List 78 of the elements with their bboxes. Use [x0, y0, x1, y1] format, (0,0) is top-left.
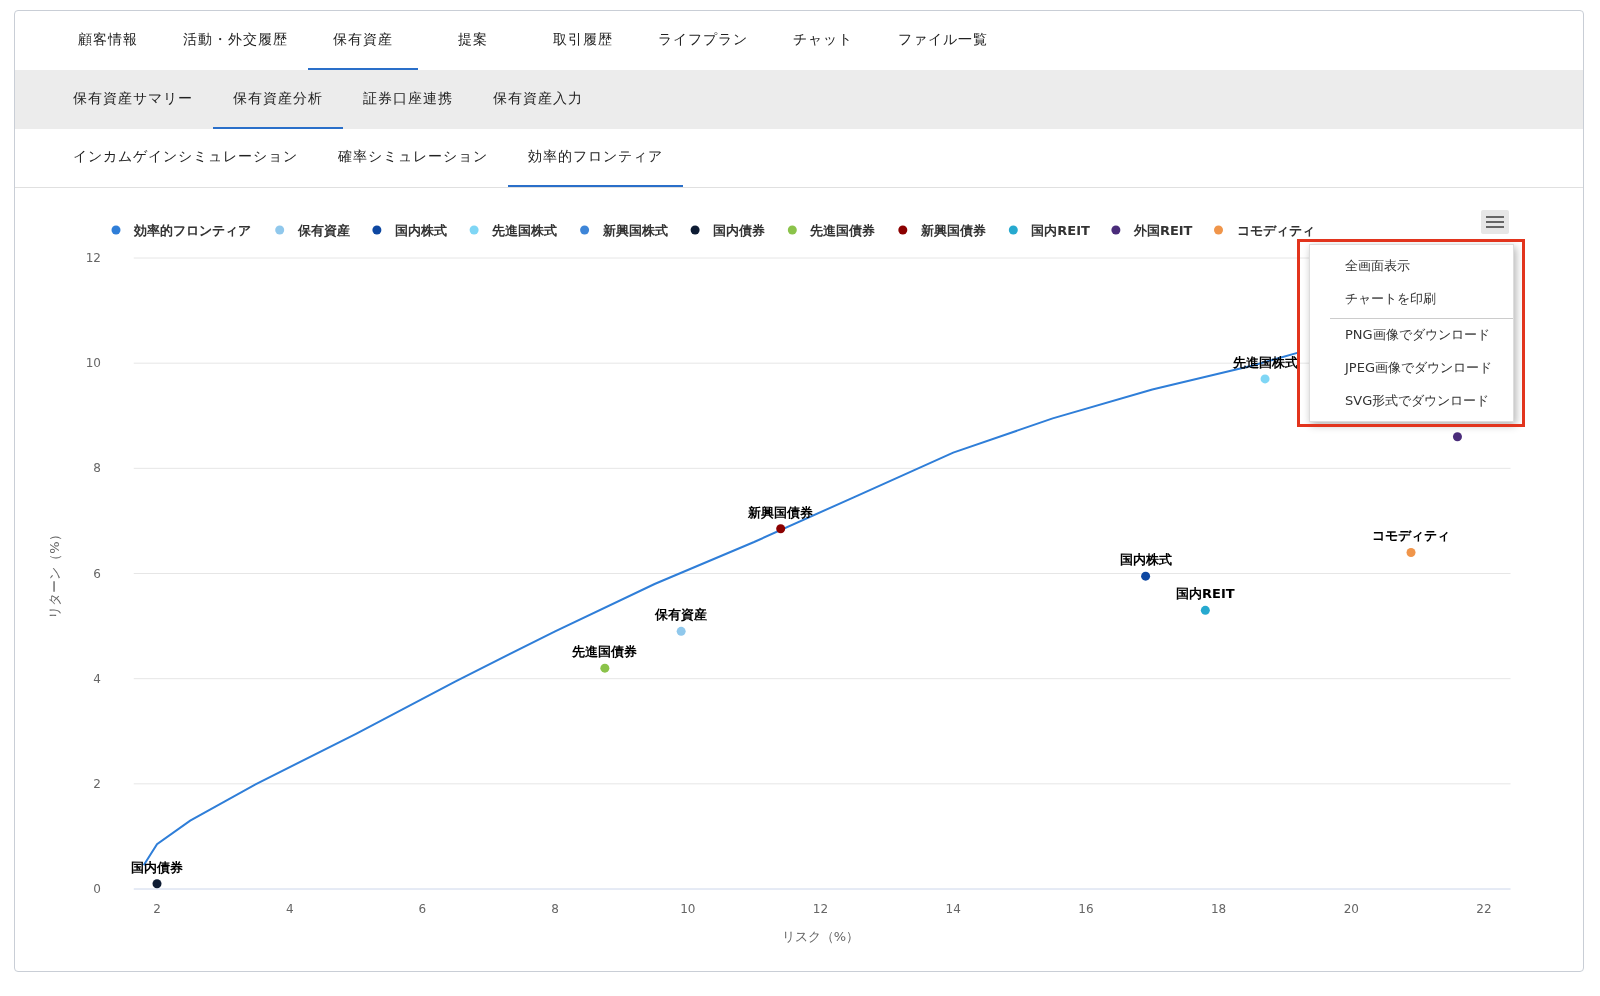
legend-item[interactable]: 保有資産: [275, 223, 350, 238]
x-tick-label: 2: [153, 902, 161, 916]
legend-label: 外国REIT: [1132, 223, 1193, 238]
data-point: [1260, 374, 1270, 384]
data-label: 国内株式: [1119, 552, 1172, 568]
legend-item[interactable]: 効率的フロンティア: [111, 223, 251, 238]
legend-label: 新興国債券: [919, 223, 986, 238]
y-tick-label: 6: [93, 566, 101, 581]
y-tick-label: 10: [85, 356, 101, 371]
nav-tab[interactable]: 活動・外交履歴: [163, 11, 308, 70]
x-tick-label: 8: [551, 902, 559, 916]
y-tick-label: 12: [85, 251, 101, 265]
data-point: [776, 524, 786, 534]
y-tick-label: 8: [93, 461, 101, 476]
x-axis-title: リスク（%）: [781, 929, 860, 944]
nav-tab[interactable]: ライフプラン: [638, 11, 768, 70]
x-tick-label: 20: [1343, 902, 1359, 916]
legend-item[interactable]: 新興国債券: [898, 223, 986, 238]
menu-item[interactable]: チャートを印刷: [1330, 282, 1513, 315]
data-label: コモディティ: [1372, 528, 1450, 544]
x-tick-label: 16: [1078, 902, 1094, 916]
data-point: [1452, 432, 1462, 442]
legend-label: 国内債券: [713, 223, 766, 238]
nav-tab[interactable]: 取引履歴: [528, 11, 638, 70]
menu-item[interactable]: 全画面表示: [1330, 249, 1513, 282]
sub-tab[interactable]: 保有資産サマリー: [53, 70, 213, 129]
data-point: [152, 879, 162, 889]
data-point: [1406, 547, 1416, 557]
legend-item[interactable]: 国内株式: [372, 223, 447, 238]
legend-label: 先進国株式: [491, 223, 558, 238]
x-tick-label: 12: [812, 902, 829, 916]
analysis-tab[interactable]: 確率シミュレーション: [318, 129, 508, 187]
menu-item[interactable]: PNG画像でダウンロード: [1330, 318, 1513, 351]
legend-item[interactable]: 新興国株式: [580, 223, 668, 238]
legend-item[interactable]: コモディティ: [1214, 223, 1315, 238]
legend-item[interactable]: 外国REIT: [1111, 223, 1193, 238]
y-tick-label: 4: [93, 671, 101, 686]
menu-item[interactable]: JPEG画像でダウンロード: [1330, 351, 1513, 384]
data-label: 国内REIT: [1176, 586, 1235, 602]
legend-label: コモディティ: [1236, 223, 1315, 238]
data-point: [676, 626, 686, 636]
y-axis-title: リターン（%）: [47, 528, 62, 619]
legend-label: 効率的フロンティア: [133, 223, 251, 238]
x-tick-label: 18: [1210, 902, 1227, 916]
x-tick-label: 22: [1476, 902, 1492, 916]
data-point: [1200, 605, 1210, 615]
legend-label: 国内REIT: [1031, 223, 1091, 238]
y-tick-label: 0: [93, 882, 101, 896]
data-point: [1141, 571, 1151, 581]
legend-label: 国内株式: [394, 223, 447, 238]
data-label: 保有資産: [655, 607, 708, 623]
y-tick-label: 2: [93, 776, 101, 791]
analysis-tab[interactable]: 効率的フロンティア: [508, 129, 683, 187]
legend-item[interactable]: 先進国株式: [469, 223, 558, 238]
legend-label: 先進国債券: [809, 223, 876, 238]
data-label: 先進国債券: [572, 644, 638, 660]
nav-tab[interactable]: ファイル一覧: [878, 11, 1008, 70]
sub-tab[interactable]: 証券口座連携: [343, 70, 473, 129]
data-label: 新興国債券: [748, 504, 814, 520]
legend-item[interactable]: 国内債券: [690, 223, 766, 238]
sub-tab[interactable]: 保有資産入力: [473, 70, 603, 129]
nav-tab[interactable]: チャット: [768, 11, 878, 70]
data-label: 国内債券: [131, 859, 183, 875]
x-tick-label: 10: [680, 902, 696, 916]
legend-item[interactable]: 先進国債券: [787, 223, 876, 238]
nav-tab[interactable]: 提案: [418, 11, 528, 70]
nav-tab[interactable]: 顧客情報: [53, 11, 163, 70]
menu-icon[interactable]: [1481, 210, 1509, 234]
legend-label: 保有資産: [296, 223, 350, 238]
legend-label: 新興国株式: [601, 223, 668, 238]
x-tick-label: 4: [285, 902, 294, 916]
x-tick-label: 14: [945, 902, 961, 916]
data-point: [600, 663, 610, 673]
analysis-tab[interactable]: インカムゲインシミュレーション: [53, 129, 318, 187]
menu-item[interactable]: SVG形式でダウンロード: [1330, 384, 1513, 417]
x-tick-label: 6: [418, 902, 427, 916]
sub-tab[interactable]: 保有資産分析: [213, 70, 343, 129]
legend-item[interactable]: 国内REIT: [1008, 223, 1090, 238]
